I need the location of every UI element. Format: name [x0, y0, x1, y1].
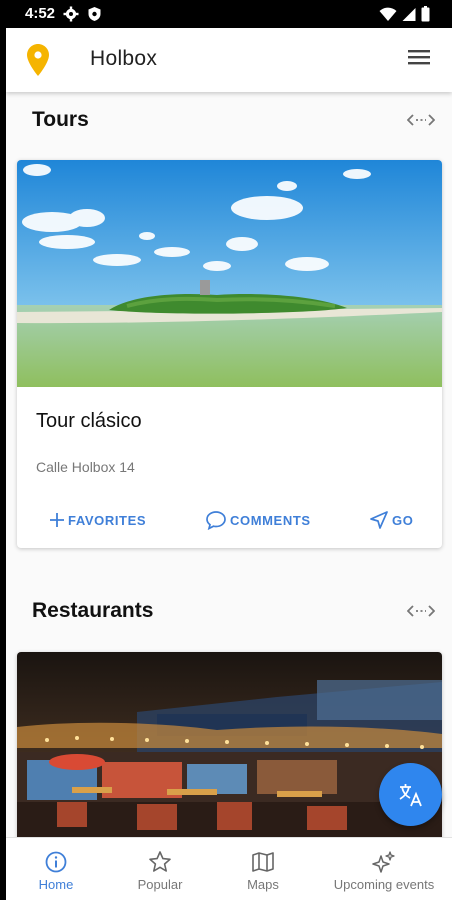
- nav-home[interactable]: Home: [6, 838, 106, 900]
- code-arrows-icon[interactable]: [407, 603, 435, 619]
- content-area[interactable]: Tours Tour clásico Calle Holbox 14 FAVOR…: [6, 92, 452, 837]
- go-label: GO: [392, 512, 414, 528]
- section-heading-restaurants: Restaurants: [32, 599, 154, 622]
- settings-gear-icon: [63, 6, 79, 22]
- favorites-button[interactable]: FAVORITES: [49, 512, 146, 528]
- restaurant-card[interactable]: [17, 652, 442, 837]
- nav-popular-label: Popular: [137, 877, 183, 892]
- app-title: Holbox: [90, 47, 158, 70]
- tour-address: Calle Holbox 14: [36, 459, 135, 475]
- nav-maps[interactable]: Maps: [213, 838, 313, 900]
- translate-icon: [399, 783, 422, 806]
- info-icon: [45, 851, 67, 873]
- status-bar: 4:52: [0, 0, 452, 28]
- map-icon: [252, 852, 274, 872]
- nav-upcoming-events[interactable]: Upcoming events: [324, 838, 444, 900]
- wifi-icon: [379, 7, 397, 21]
- tour-card[interactable]: Tour clásico Calle Holbox 14 FAVORITES C…: [17, 160, 442, 548]
- code-arrows-icon[interactable]: [407, 112, 435, 128]
- location-pin-icon: [27, 44, 49, 76]
- shield-icon: [88, 7, 101, 21]
- status-time: 4:52: [25, 5, 56, 22]
- tour-name: Tour clásico: [36, 410, 142, 432]
- app-window: Holbox Tours Tour clásico Calle Holbox 1…: [6, 28, 452, 900]
- favorites-label: FAVORITES: [68, 512, 147, 528]
- bottom-navigation: Home Popular Maps Upcoming events: [6, 837, 452, 900]
- restaurant-image[interactable]: [17, 652, 442, 837]
- tour-image[interactable]: [17, 160, 442, 387]
- section-heading-tours: Tours: [32, 108, 89, 131]
- translate-fab-button[interactable]: [379, 763, 442, 826]
- nav-home-label: Home: [38, 877, 74, 892]
- star-icon: [149, 851, 171, 872]
- battery-icon: [421, 6, 430, 22]
- app-bar: Holbox: [6, 28, 452, 92]
- comments-button[interactable]: COMMENTS: [205, 510, 311, 530]
- nav-maps-label: Maps: [247, 877, 279, 892]
- signal-icon: [402, 7, 416, 21]
- comment-bubble-icon: [206, 511, 226, 530]
- navigation-arrow-icon: [370, 511, 388, 529]
- plus-icon: [50, 513, 64, 527]
- phone-screen: 4:52 Holbox Tours Tour clásico Calle Hol…: [0, 0, 452, 900]
- hamburger-menu-icon[interactable]: [408, 48, 430, 66]
- nav-popular[interactable]: Popular: [110, 838, 210, 900]
- go-button[interactable]: GO: [369, 510, 413, 530]
- nav-upcoming-events-label: Upcoming events: [333, 877, 435, 892]
- comments-label: COMMENTS: [230, 512, 311, 528]
- sparkles-icon: [372, 851, 395, 873]
